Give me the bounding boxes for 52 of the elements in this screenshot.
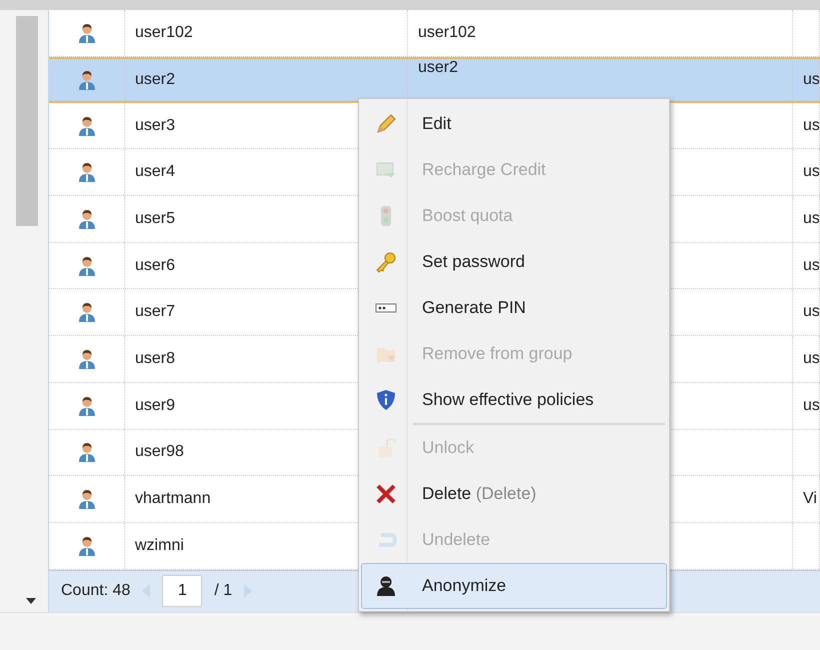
table-cell: user9: [135, 396, 176, 415]
user-icon: [78, 536, 96, 556]
shield-icon: [375, 389, 397, 411]
table-cell: user102: [418, 24, 476, 42]
page-total: / 1: [214, 582, 232, 600]
table-cell: Vi: [803, 490, 817, 508]
table-cell: user4: [135, 163, 176, 182]
user-icon: [78, 442, 96, 462]
record-count: Count: 48: [61, 582, 130, 600]
anonymous-person-icon: [375, 575, 397, 597]
user-icon: [78, 208, 96, 229]
table-cell: user6: [135, 256, 176, 275]
table-cell: wzimni: [135, 536, 184, 555]
table-cell: user102: [135, 24, 193, 42]
table-cell: us: [803, 303, 819, 322]
user-icon: [78, 116, 96, 136]
menu-item[interactable]: Generate PIN: [361, 285, 667, 331]
table-cell: user8: [135, 350, 176, 368]
user-icon: [78, 302, 96, 322]
padlock-icon: [375, 437, 397, 459]
table-cell: user2: [135, 70, 176, 89]
user-icon: [78, 22, 96, 43]
pencil-icon: [375, 113, 397, 135]
table-cell: us: [803, 256, 819, 275]
delete-icon: [375, 483, 397, 505]
table-cell: user98: [135, 443, 184, 462]
table-cell: user3: [135, 116, 176, 135]
table-cell: vhartmann: [135, 490, 211, 508]
table-cell: user5: [135, 210, 176, 228]
user-icon: [78, 70, 96, 90]
table-cell: us: [803, 350, 819, 368]
user-icon: [78, 256, 96, 276]
table-cell: us: [803, 163, 819, 182]
table-cell: user7: [135, 303, 176, 322]
table-cell: us: [803, 210, 819, 228]
table-row[interactable]: user2 user2 us: [49, 56, 820, 103]
menu-item[interactable]: Delete (Delete): [361, 471, 667, 517]
dropdown-arrow-icon[interactable]: [26, 598, 36, 604]
user-icon: [78, 396, 96, 416]
user-icon: [78, 348, 96, 369]
table-cell: us: [803, 116, 819, 135]
scroll-thumb[interactable]: [16, 16, 38, 226]
menu-item[interactable]: Show effective policies: [361, 377, 667, 423]
table-cell: user2: [418, 58, 458, 77]
key-icon: [375, 251, 397, 273]
table-cell: us: [803, 70, 819, 89]
menu-item[interactable]: Edit: [361, 101, 667, 147]
table-cell: us: [803, 396, 819, 415]
menu-item[interactable]: Anonymize: [361, 563, 667, 609]
user-icon: [78, 162, 96, 182]
page-field[interactable]: 1: [162, 575, 202, 608]
user-icon: [78, 489, 96, 510]
